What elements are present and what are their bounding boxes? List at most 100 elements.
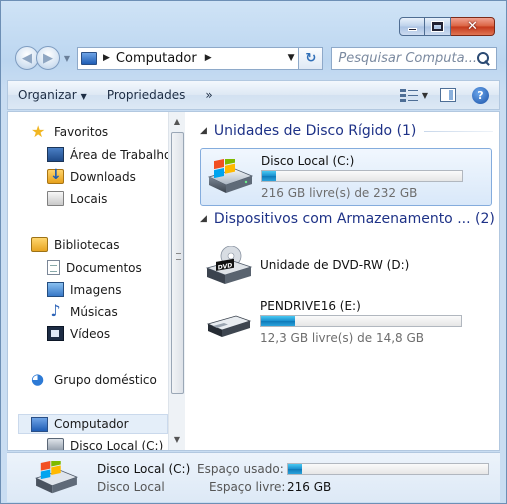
search-icon[interactable] (477, 51, 490, 65)
details-drive-type: Disco Local (97, 480, 165, 494)
details-usage-bar (287, 463, 489, 475)
nav-label: Favoritos (54, 124, 109, 139)
drives-view: ◢ Unidades de Disco Rígido (1) Disco Loc… (190, 112, 499, 450)
nav-videos[interactable]: Vídeos (47, 326, 110, 341)
nav-label: Disco Local (C:) (70, 438, 164, 451)
breadcrumb-computer[interactable]: Computador (116, 51, 197, 66)
hard-drive-icon (207, 159, 254, 193)
nav-label: Bibliotecas (54, 237, 120, 252)
navigation-scrollbar[interactable]: ▲ ▼ (168, 112, 185, 450)
nav-downloads[interactable]: Downloads (47, 167, 136, 184)
chevron-down-icon: ▼ (80, 92, 87, 101)
nav-documents[interactable]: Documentos (47, 260, 142, 275)
nav-computer[interactable]: Computador (18, 414, 168, 434)
properties-button[interactable]: Propriedades (97, 88, 196, 102)
breadcrumb-chevron-icon[interactable]: ▶ (205, 53, 212, 63)
explorer-window: ✕ ◀ ▶ ▼ ▶ Computador ▶ ▼ ↻ Pesquisar Com… (0, 0, 507, 504)
refresh-icon: ↻ (305, 50, 317, 66)
caption-buttons: ✕ (399, 17, 495, 36)
collapse-triangle-icon[interactable]: ◢ (200, 126, 207, 136)
nav-label: Computador (54, 417, 129, 431)
scroll-grip-icon (176, 253, 181, 260)
details-drive-name: Disco Local (C:) (97, 462, 191, 476)
drive-usage-bar (261, 170, 463, 182)
more-commands-button[interactable]: » (195, 88, 222, 102)
details-used-label: Espaço usado: (197, 462, 284, 476)
organize-button[interactable]: Organizar ▼ (8, 88, 97, 102)
star-icon: ★ (31, 122, 46, 141)
group-header-removable[interactable]: ◢ Dispositivos com Armazenamento ... (2) (200, 211, 495, 227)
drive-free-space: 12,3 GB livre(s) de 14,8 GB (260, 331, 425, 345)
nav-label: Área de Trabalho (70, 147, 168, 162)
nav-homegroup[interactable]: ◕ Grupo doméstico (31, 372, 157, 387)
collapse-triangle-icon[interactable]: ◢ (200, 214, 207, 224)
drive-tile-c[interactable]: Disco Local (C:) 216 GB livre(s) de 232 … (200, 148, 492, 206)
close-button[interactable]: ✕ (451, 17, 495, 36)
nav-label: Músicas (70, 304, 118, 319)
nav-label: Vídeos (70, 326, 111, 341)
navigation-row: ◀ ▶ ▼ ▶ Computador ▶ ▼ ↻ Pesquisar Compu… (15, 45, 497, 71)
drive-tile-e[interactable]: PENDRIVE16 (E:) 12,3 GB livre(s) de 14,8… (200, 294, 492, 352)
video-icon (47, 326, 64, 341)
nav-desktop[interactable]: Área de Trabalho (47, 147, 168, 162)
scroll-down-arrow-icon[interactable]: ▼ (169, 432, 185, 448)
change-view-icon[interactable] (399, 88, 418, 102)
desktop-icon (47, 147, 64, 162)
recent-places-icon (47, 191, 64, 206)
help-icon[interactable]: ? (472, 86, 489, 104)
nav-favorites[interactable]: ★ Favoritos (31, 122, 109, 141)
preview-pane-icon[interactable] (440, 88, 456, 102)
address-dropdown[interactable]: ▼ (284, 53, 298, 63)
group-header-hard-disks[interactable]: ◢ Unidades de Disco Rígido (1) (200, 123, 493, 139)
search-input[interactable]: Pesquisar Computa... (338, 51, 477, 66)
nav-label: Imagens (70, 282, 122, 297)
libraries-folder-icon (31, 237, 48, 252)
navigation-pane: ★ Favoritos Área de Trabalho Downloads Lo… (8, 112, 168, 450)
nav-buttons: ◀ ▶ ▼ (15, 46, 73, 70)
downloads-folder-icon (47, 167, 64, 184)
nav-label: Locais (70, 191, 108, 206)
music-note-icon: ♪ (50, 301, 61, 320)
maximize-button[interactable] (425, 17, 451, 36)
group-divider (424, 130, 493, 132)
details-free-label: Espaço livre: (209, 480, 286, 494)
view-options-dropdown[interactable]: ▼ (422, 91, 428, 100)
search-box[interactable]: Pesquisar Computa... (331, 46, 497, 70)
nav-music[interactable]: ♪ Músicas (47, 301, 118, 320)
nav-label: Grupo doméstico (54, 372, 157, 387)
dvd-drive-icon: DVD (205, 246, 253, 284)
scroll-up-arrow-icon[interactable]: ▲ (169, 114, 185, 130)
scrollbar-thumb[interactable] (171, 132, 184, 394)
picture-icon (47, 282, 64, 297)
back-arrow-icon: ◀ (22, 50, 32, 66)
computer-icon (31, 416, 48, 432)
nav-images[interactable]: Imagens (47, 282, 121, 297)
drive-tile-d[interactable]: DVD Unidade de DVD-RW (D:) (200, 236, 492, 294)
forward-button[interactable]: ▶ (36, 46, 60, 70)
nav-libraries[interactable]: Bibliotecas (31, 237, 119, 252)
forward-arrow-icon: ▶ (43, 50, 53, 66)
usage-fill (288, 464, 302, 474)
minimize-button[interactable] (399, 17, 425, 36)
recent-pages-dropdown[interactable]: ▼ (61, 54, 73, 63)
homegroup-icon: ◕ (31, 370, 45, 388)
nav-local-disk[interactable]: Disco Local (C:) (47, 438, 163, 450)
refresh-button[interactable]: ↻ (299, 46, 324, 70)
details-free-value: 216 GB (287, 480, 332, 494)
nav-label: Documentos (66, 260, 142, 275)
nav-places[interactable]: Locais (47, 191, 107, 206)
nav-label: Downloads (70, 169, 136, 184)
command-bar: Organizar ▼ Propriedades » ▼ ? (7, 80, 500, 110)
organize-label: Organizar (18, 88, 77, 102)
drive-free-space: 216 GB livre(s) de 232 GB (261, 186, 418, 200)
hard-drive-icon (34, 461, 78, 494)
computer-icon (81, 51, 97, 65)
usage-fill (262, 171, 276, 181)
breadcrumb-chevron-icon[interactable]: ▶ (103, 53, 110, 63)
group-title: Dispositivos com Armazenamento ... (2) (213, 211, 495, 227)
maximize-icon (432, 22, 443, 31)
usb-drive-icon (206, 315, 252, 337)
drive-name: Unidade de DVD-RW (D:) (260, 258, 410, 272)
drive-usage-bar (260, 315, 462, 327)
address-bar[interactable]: ▶ Computador ▶ ▼ (77, 46, 300, 70)
